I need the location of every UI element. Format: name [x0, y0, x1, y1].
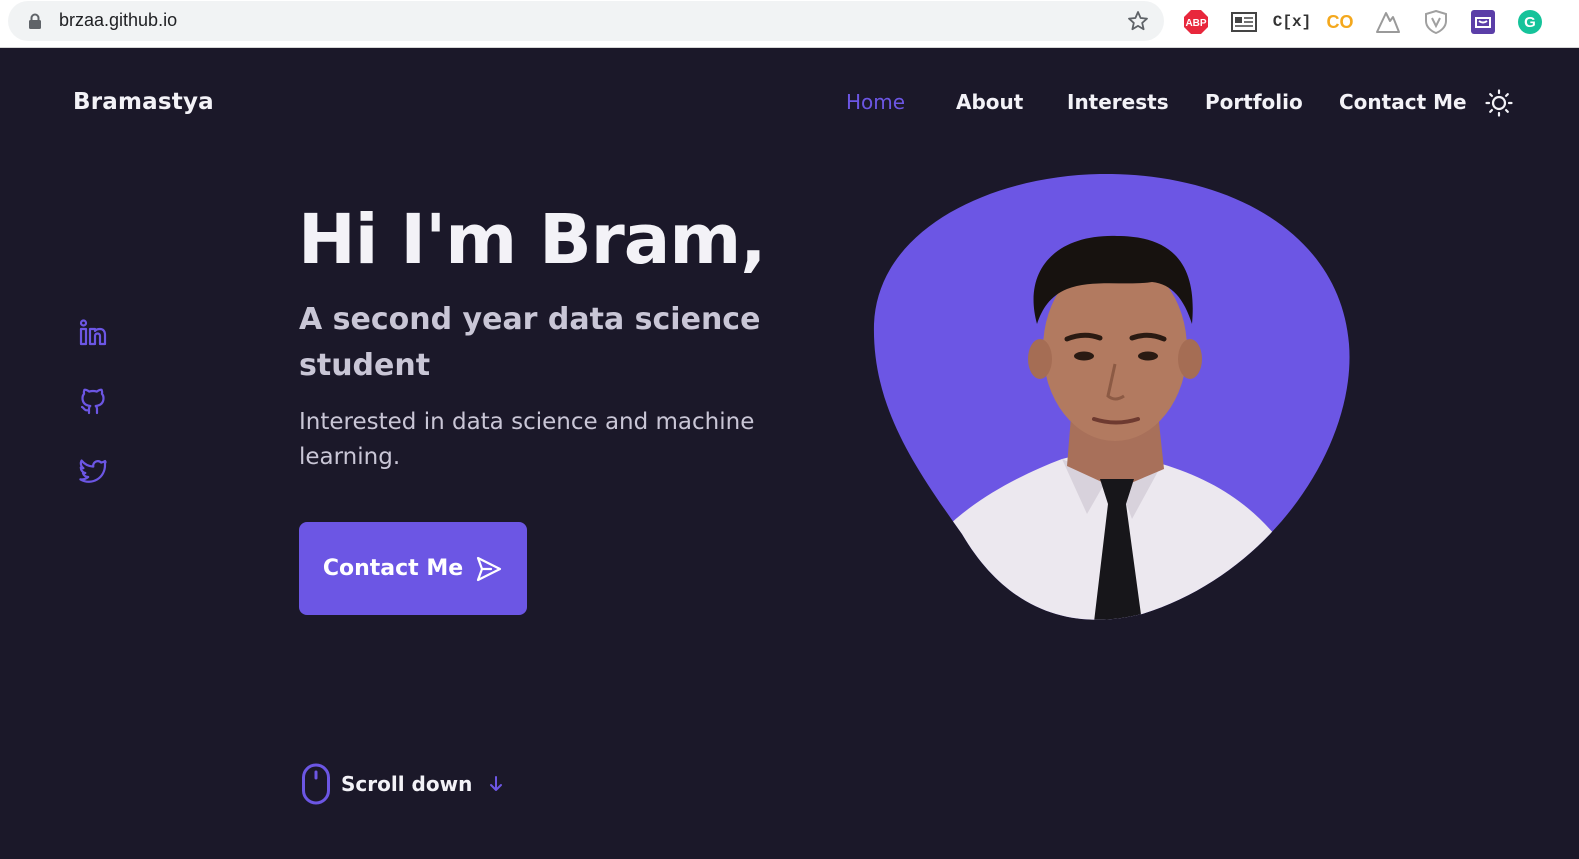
svg-text:ABP: ABP [1185, 18, 1206, 29]
contact-me-button[interactable]: Contact Me [299, 522, 527, 615]
theme-toggle-sun-icon[interactable] [1485, 89, 1513, 117]
browser-toolbar: brzaa.github.io ABP C[x] CO G [0, 0, 1579, 48]
co-label: CO [1326, 11, 1354, 32]
url-text: brzaa.github.io [59, 10, 178, 30]
reader-mode-icon[interactable] [1231, 9, 1257, 35]
grammarly-icon[interactable]: G [1517, 9, 1543, 35]
cx-label: C[x] [1272, 13, 1312, 31]
send-icon [477, 556, 502, 581]
svg-text:G: G [1524, 14, 1536, 31]
nav-portfolio[interactable]: Portfolio [1205, 90, 1303, 114]
nav-contact-me[interactable]: Contact Me [1339, 90, 1467, 114]
address-bar[interactable]: brzaa.github.io [8, 1, 1164, 41]
nav-home[interactable]: Home [846, 90, 905, 114]
scroll-down-label: Scroll down [341, 772, 473, 796]
scroll-down-link[interactable]: Scroll down [301, 763, 504, 805]
adblock-plus-icon[interactable]: ABP [1183, 9, 1209, 35]
purple-extension-icon[interactable] [1470, 9, 1496, 35]
mouse-icon [302, 763, 330, 805]
github-icon[interactable] [78, 386, 108, 416]
site-logo[interactable]: Bramastya [73, 89, 214, 115]
contact-me-button-label: Contact Me [322, 556, 464, 581]
nav-interests[interactable]: Interests [1067, 90, 1169, 114]
linkedin-icon[interactable] [78, 318, 108, 348]
mountain-extension-icon[interactable] [1375, 9, 1401, 35]
arrow-down-icon [490, 776, 503, 791]
hero-subtitle: A second year data science student [299, 302, 761, 383]
nav-about[interactable]: About [956, 90, 1023, 114]
hero-title: Hi I'm Bram, [298, 200, 766, 280]
co-extension-icon[interactable]: CO [1326, 9, 1354, 35]
shield-extension-icon[interactable] [1423, 9, 1449, 35]
profile-blob-image [873, 174, 1350, 620]
cx-extension-icon[interactable]: C[x] [1273, 9, 1311, 35]
bookmark-star-icon[interactable] [1126, 9, 1150, 33]
lock-icon [29, 13, 41, 29]
hero-description: Interested in data science and machine l… [299, 409, 755, 470]
twitter-icon[interactable] [78, 455, 108, 485]
